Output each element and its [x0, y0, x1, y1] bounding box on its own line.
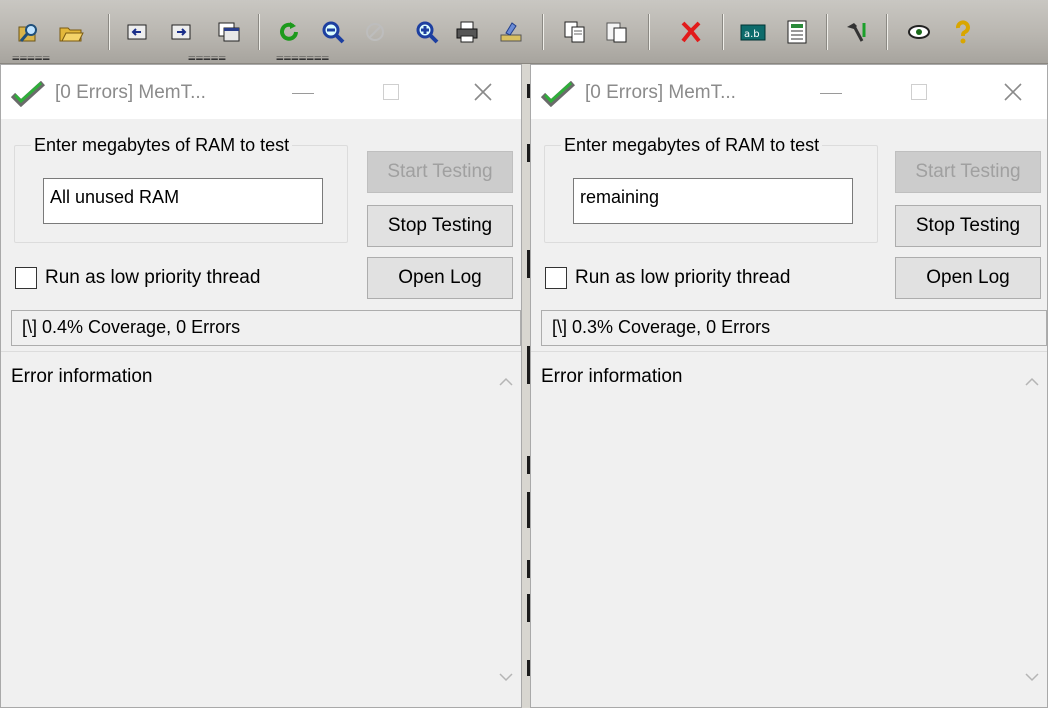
maximize-icon — [383, 84, 399, 100]
help-icon[interactable] — [948, 17, 978, 47]
scroll-up-icon[interactable] — [1024, 376, 1040, 388]
error-information-label: Error information — [11, 366, 153, 387]
scroll-down-icon[interactable] — [1024, 671, 1040, 683]
close-button[interactable] — [993, 77, 1033, 107]
background-app-toolbar: a.b ===== ===== ======= — [0, 0, 1048, 64]
minimize-button[interactable] — [811, 77, 851, 107]
memtest-app-icon — [10, 80, 46, 108]
maximize-button[interactable] — [371, 77, 411, 107]
memtest-window-1: [0 Errors] MemT... Enter megabytes of RA… — [0, 64, 522, 708]
open-folder-icon[interactable] — [56, 17, 86, 47]
paste-icon[interactable] — [602, 17, 632, 47]
error-information-panel: Error information — [531, 351, 1047, 707]
window-icon[interactable] — [214, 17, 244, 47]
window-title: [0 Errors] MemT... — [55, 82, 206, 103]
memtest-app-icon — [540, 80, 576, 108]
find-icon[interactable] — [14, 17, 44, 47]
stop-testing-button[interactable]: Stop Testing — [367, 205, 513, 247]
window-title: [0 Errors] MemT... — [585, 82, 736, 103]
delete-icon[interactable] — [676, 17, 706, 47]
close-icon — [474, 83, 492, 101]
prev-icon[interactable] — [122, 17, 152, 47]
error-scrollbar[interactable] — [493, 358, 519, 701]
memtest-window-2: [0 Errors] MemT... Enter megabytes of RA… — [530, 64, 1048, 708]
refresh-icon[interactable] — [274, 17, 304, 47]
text-field-icon[interactable]: a.b — [738, 17, 768, 47]
error-scrollbar[interactable] — [1019, 358, 1045, 701]
start-testing-button[interactable]: Start Testing — [367, 151, 513, 193]
close-button[interactable] — [463, 77, 503, 107]
coverage-status: [\] 0.3% Coverage, 0 Errors — [541, 310, 1047, 346]
error-information-panel: Error information — [1, 351, 521, 707]
minimize-icon — [820, 92, 842, 94]
eye-icon[interactable] — [904, 17, 934, 47]
low-priority-row[interactable]: Run as low priority thread — [545, 267, 790, 289]
ram-input-group: Enter megabytes of RAM to test remaining — [544, 135, 878, 243]
title-bar[interactable]: [0 Errors] MemT... — [1, 65, 521, 119]
print-icon[interactable] — [452, 17, 482, 47]
zoom-out-icon[interactable] — [318, 17, 348, 47]
import-icon[interactable] — [496, 17, 526, 47]
error-information-label: Error information — [541, 366, 683, 387]
minimize-icon — [292, 92, 314, 94]
title-bar[interactable]: [0 Errors] MemT... — [531, 65, 1047, 119]
scroll-up-icon[interactable] — [498, 376, 514, 388]
low-priority-label[interactable]: Run as low priority thread — [575, 267, 790, 289]
copy-icon[interactable] — [560, 17, 590, 47]
scroll-down-icon[interactable] — [498, 671, 514, 683]
svg-text:a.b: a.b — [744, 29, 760, 40]
ram-megabytes-input[interactable]: remaining — [573, 178, 853, 224]
low-priority-checkbox[interactable] — [15, 267, 37, 289]
close-icon — [1004, 83, 1022, 101]
ram-input-group-label: Enter megabytes of RAM to test — [561, 135, 823, 156]
ram-megabytes-input[interactable]: All unused RAM — [43, 178, 323, 224]
low-priority-checkbox[interactable] — [545, 267, 567, 289]
start-testing-button[interactable]: Start Testing — [895, 151, 1041, 193]
low-priority-row[interactable]: Run as low priority thread — [15, 267, 260, 289]
low-priority-label[interactable]: Run as low priority thread — [45, 267, 260, 289]
maximize-button[interactable] — [899, 77, 939, 107]
maximize-icon — [911, 84, 927, 100]
open-log-button[interactable]: Open Log — [895, 257, 1041, 299]
tools-icon[interactable] — [842, 17, 872, 47]
cancel-icon[interactable] — [360, 17, 390, 47]
background-app-header-peek: ===== ===== ======= — [12, 56, 330, 64]
stop-testing-button[interactable]: Stop Testing — [895, 205, 1041, 247]
form-icon[interactable] — [782, 17, 812, 47]
minimize-button[interactable] — [283, 77, 323, 107]
ram-input-group-label: Enter megabytes of RAM to test — [31, 135, 293, 156]
next-icon[interactable] — [166, 17, 196, 47]
ram-input-group: Enter megabytes of RAM to test All unuse… — [14, 135, 348, 243]
zoom-in-icon[interactable] — [412, 17, 442, 47]
coverage-status: [\] 0.4% Coverage, 0 Errors — [11, 310, 521, 346]
open-log-button[interactable]: Open Log — [367, 257, 513, 299]
